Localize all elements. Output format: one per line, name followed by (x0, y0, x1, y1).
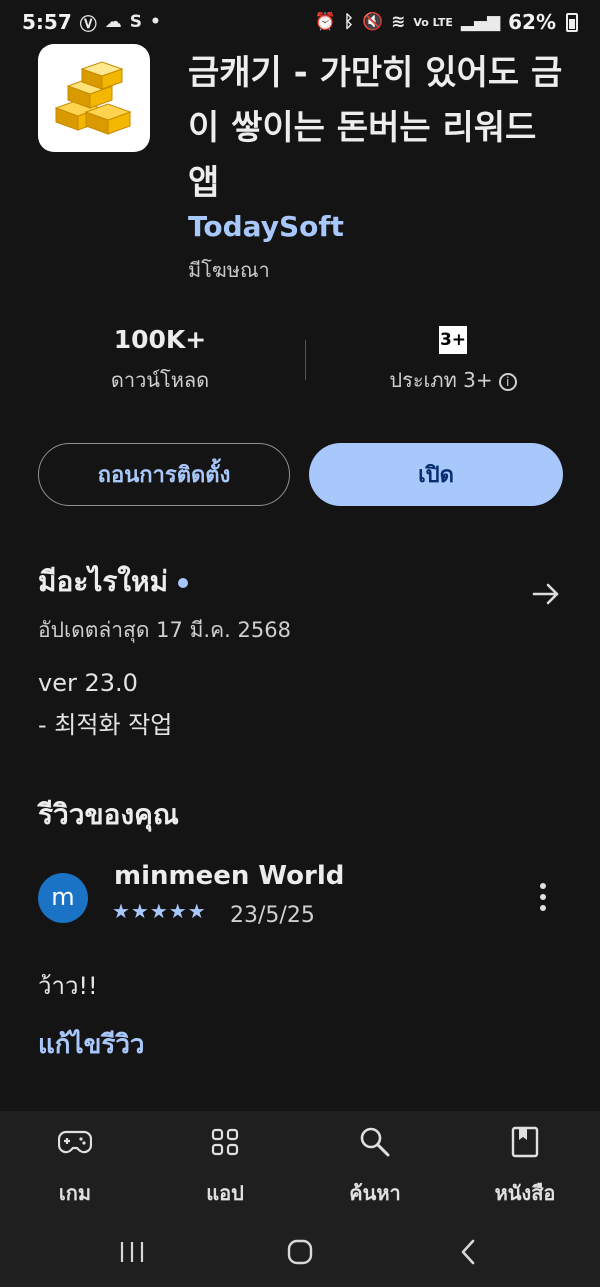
downloads-label: ดาวน์โหลด (110, 368, 210, 392)
nav-label-books: หนังสือ (494, 1181, 556, 1205)
nav-label-search: ค้นหา (349, 1181, 401, 1205)
search-icon (300, 1125, 450, 1159)
gamepad-icon (0, 1125, 150, 1159)
status-bar-right: ⏰ ᛒ 🔇 ≋ Vo LTE ▂▄▆ 62% (315, 10, 578, 34)
rating-badge-wrap: 3+ (333, 320, 573, 360)
signal-icon: ▂▄▆ (460, 12, 501, 32)
whats-new-section[interactable]: มีอะไรใหม่ อัปเดตล่าสุด 17 มี.ค. 2568 (38, 560, 562, 647)
changelog-note: - 최적화 작업 (38, 711, 173, 739)
battery-percent: 62% (508, 10, 556, 34)
volte-icon: Vo LTE (413, 15, 453, 29)
s-icon: S (129, 12, 142, 32)
content-rating-label: ประเภท 3+ i (333, 364, 573, 396)
whats-new-title: มีอะไรใหม่ (38, 565, 169, 598)
nav-item-games[interactable]: เกม (0, 1125, 150, 1209)
version-text: ver 23.0 (38, 669, 138, 697)
alarm-icon: ⏰ (314, 12, 336, 32)
status-bar: 5:57 Ⓥ ☁ S • ⏰ ᛒ 🔇 ≋ Vo LTE ▂▄▆ 62% (0, 0, 600, 44)
nav-item-books[interactable]: หนังสือ (450, 1125, 600, 1209)
app-stats: 100K+ ดาวน์โหลด 3+ ประเภท 3+ i (0, 320, 600, 400)
info-icon[interactable]: i (498, 372, 517, 391)
rating-badge: 3+ (439, 326, 467, 354)
open-button[interactable]: เปิด (309, 443, 563, 506)
your-review-title: รีวิวของคุณ (38, 798, 179, 831)
status-bar-left: 5:57 Ⓥ ☁ S • (22, 10, 161, 35)
cloud-icon: ☁ (104, 12, 122, 32)
back-icon[interactable] (448, 1235, 488, 1269)
v-icon: Ⓥ (79, 14, 97, 35)
app-title: 금캐기 - 가만히 있어도 금이 쌓이는 돈버는 리워드 앱 (188, 53, 563, 203)
last-updated: อัปเดตล่าสุด 17 มี.ค. 2568 (38, 618, 291, 642)
gold-bars-icon (38, 44, 150, 152)
nav-label-apps: แอป (206, 1181, 244, 1205)
content-rating-stat[interactable]: 3+ ประเภท 3+ i (333, 320, 573, 396)
bottom-navigation: เกม แอป ค้นหา หนังสือ (0, 1111, 600, 1217)
home-icon[interactable] (280, 1235, 320, 1269)
stats-divider (305, 340, 306, 380)
nav-label-games: เกม (58, 1181, 92, 1205)
avatar: m (38, 873, 88, 923)
reviewer-name: minmeen World (114, 861, 345, 891)
review-text: ว้าว!! (38, 972, 98, 1000)
changelog: ver 23.0 - 최적화 작업 (38, 662, 172, 746)
nav-item-apps[interactable]: แอป (150, 1125, 300, 1209)
apps-grid-icon (150, 1125, 300, 1159)
downloads-value: 100K+ (113, 325, 207, 354)
whats-new-title-row: มีอะไรใหม่ (38, 560, 562, 604)
dot-icon: • (150, 12, 161, 32)
downloads-stat: 100K+ ดาวน์โหลด (40, 320, 280, 396)
review-date: 23/5/25 (230, 903, 315, 928)
content-rating-text: ประเภท 3+ (389, 368, 493, 392)
developer-link[interactable]: TodaySoft (188, 210, 344, 243)
recent-apps-icon[interactable] (112, 1235, 152, 1269)
new-dot-indicator (178, 578, 189, 588)
battery-icon (566, 12, 578, 32)
uninstall-button[interactable]: ถอนการติดตั้ง (38, 443, 290, 506)
more-vert-icon[interactable] (532, 880, 554, 914)
star-rating: ★★★★★ (112, 899, 207, 923)
nav-item-search[interactable]: ค้นหา (300, 1125, 450, 1209)
bluetooth-icon: ᛒ (343, 12, 354, 32)
mute-icon: 🔇 (361, 12, 384, 32)
wifi-icon: ≋ (391, 12, 406, 32)
contains-ads-label: มีโฆษณา (188, 258, 270, 282)
system-navigation-bar (0, 1217, 600, 1287)
edit-review-link[interactable]: แก้ไขรีวิว (38, 1024, 145, 1065)
bookmark-book-icon (450, 1125, 600, 1159)
status-time: 5:57 (22, 10, 72, 34)
arrow-right-icon[interactable] (530, 578, 562, 610)
